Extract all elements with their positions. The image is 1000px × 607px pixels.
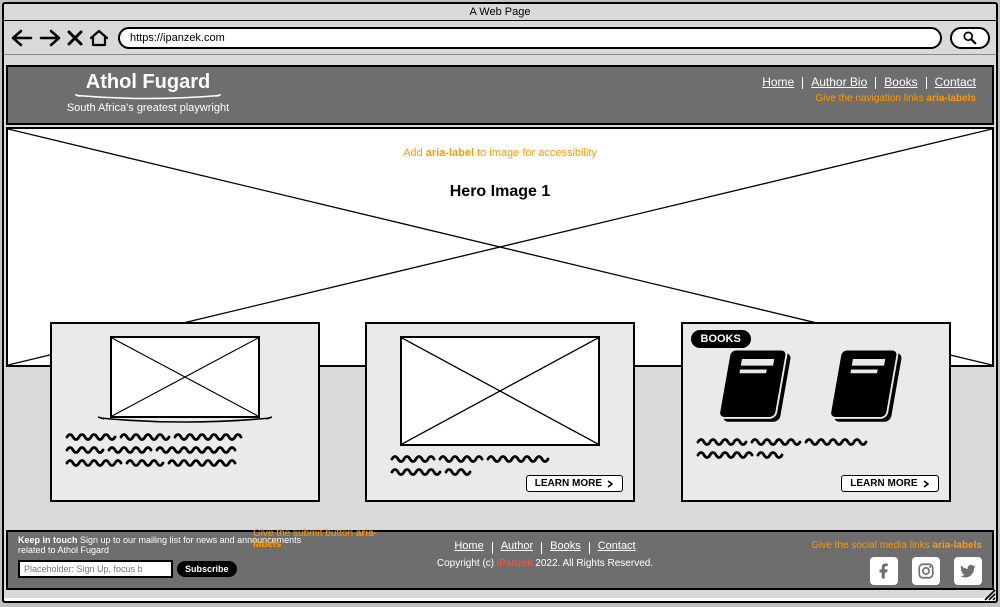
book-icon [708, 340, 813, 435]
cards-row: LEARN MORE BOOKS [4, 322, 996, 502]
forward-icon[interactable] [38, 29, 62, 47]
placeholder-cross-icon [402, 338, 598, 444]
brand: Athol Fugard South Africa's greatest pla… [48, 71, 248, 114]
footer-nav-author[interactable]: Author [501, 540, 533, 554]
card-generic: LEARN MORE [365, 322, 635, 502]
card-author-image [110, 336, 260, 418]
placeholder-cross-icon [112, 338, 258, 416]
nav-contact[interactable]: Contact [935, 75, 976, 89]
site-header: Athol Fugard South Africa's greatest pla… [6, 65, 994, 125]
card-text-placeholder [696, 437, 936, 466]
hero-title: Hero Image 1 [8, 183, 992, 201]
brand-title: Athol Fugard [86, 71, 210, 94]
copyright: Copyright (c) iPanzek 2022. All Rights R… [318, 558, 772, 569]
nav-home[interactable]: Home [762, 75, 794, 89]
learn-more-button[interactable]: LEARN MORE [526, 475, 623, 492]
site-footer: Keep in touch Sign up to our mailing lis… [6, 530, 994, 590]
signup-input[interactable] [18, 560, 173, 578]
chevron-right-icon [922, 480, 930, 488]
search-button[interactable] [950, 27, 990, 49]
card-author [50, 322, 320, 502]
instagram-icon[interactable] [912, 557, 940, 585]
card-books: BOOKS [681, 322, 951, 502]
back-icon[interactable] [10, 29, 34, 47]
twitter-icon[interactable] [954, 557, 982, 585]
window-title: A Web Page [4, 4, 996, 21]
footer-nav-home[interactable]: Home [454, 540, 483, 554]
primary-nav: Home Author Bio Books Contact [762, 75, 976, 89]
hero-annotation: Add aria-label to image for accessibilit… [8, 147, 992, 159]
search-icon [963, 31, 977, 45]
learn-more-button[interactable]: LEARN MORE [841, 475, 938, 492]
browser-toolbar: https://ipanzek.com [4, 21, 996, 55]
nav-annotation: Give the navigation links aria-labels [762, 93, 976, 104]
brand-swoosh-icon [48, 94, 248, 100]
url-bar[interactable]: https://ipanzek.com [118, 27, 942, 49]
book-icon [819, 340, 924, 435]
chevron-right-icon [606, 480, 614, 488]
footer-nav-books[interactable]: Books [550, 540, 581, 554]
brand-tagline: South Africa's greatest playwright [67, 102, 229, 114]
close-icon[interactable] [66, 30, 84, 46]
home-icon[interactable] [88, 29, 110, 47]
nav-books[interactable]: Books [884, 75, 917, 89]
footer-nav-contact[interactable]: Contact [598, 540, 636, 554]
card-generic-image [400, 336, 600, 446]
social-annotation: Give the social media links aria-labels [772, 540, 982, 551]
resize-grip-icon[interactable] [982, 587, 996, 601]
subscribe-button[interactable]: Subscribe [177, 561, 237, 577]
books-badge: BOOKS [691, 330, 751, 348]
card-text-placeholder [65, 432, 305, 477]
submit-annotation: Give the submit button aria-labels [253, 528, 393, 550]
nav-author-bio[interactable]: Author Bio [811, 75, 867, 89]
facebook-icon[interactable] [870, 557, 898, 585]
